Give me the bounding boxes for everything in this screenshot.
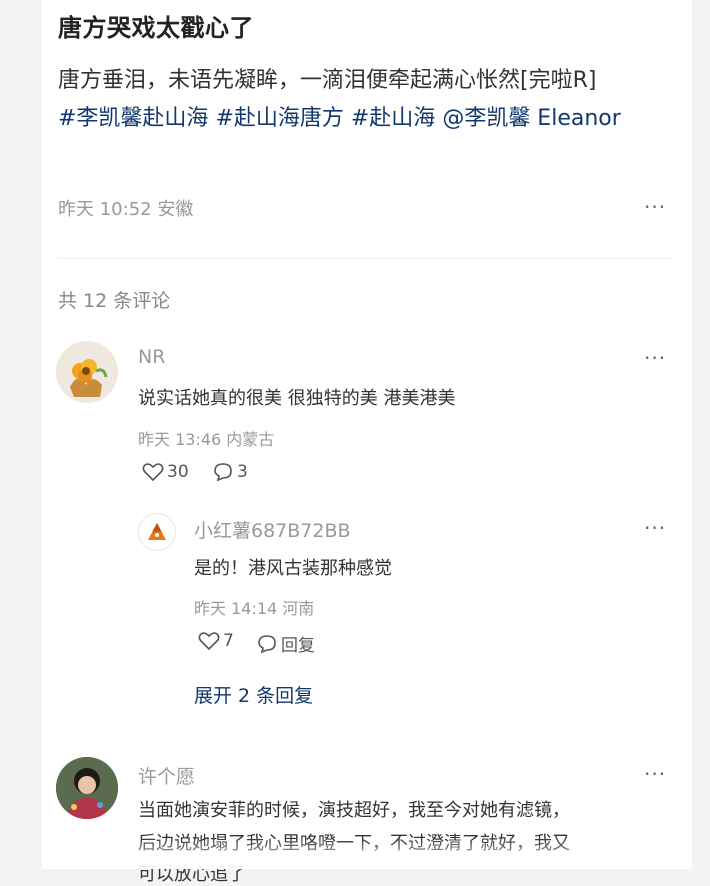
comment-time-location: 昨天 13:46 内蒙古 (138, 430, 275, 449)
comment-bubble-icon (214, 463, 232, 482)
note-detail-panel: 唐方哭戏太戳心了 唐方垂泪，未语先凝眸，一滴泪便牵起满心怅然[完啦R] #李凯馨… (42, 0, 692, 885)
more-dots-icon[interactable]: ··· (644, 762, 666, 786)
hashtag-link[interactable]: #赴山海唐方 (215, 106, 343, 131)
heart-outline-icon (142, 463, 164, 482)
like-count: 7 (223, 631, 234, 651)
avatar[interactable] (138, 513, 176, 551)
more-dots-icon[interactable]: ··· (644, 516, 666, 540)
reply-button[interactable]: 回复 (256, 631, 315, 656)
post-time-location: 昨天 10:52 安徽 (58, 199, 194, 220)
reply-time-location: 昨天 14:14 河南 (194, 599, 315, 618)
hashtag-link[interactable]: #李凯馨赴山海 (58, 106, 208, 131)
comment-text: 说实话她真的很美 很独特的美 港美港美 (138, 388, 456, 409)
more-dots-icon[interactable]: ··· (644, 195, 666, 219)
avatar[interactable] (56, 341, 118, 403)
expand-replies-link[interactable]: 展开 2 条回复 (194, 681, 313, 708)
more-dots-icon[interactable]: ··· (644, 346, 666, 370)
reply-count: 3 (237, 462, 248, 482)
post-title: 唐方哭戏太戳心了 (58, 14, 254, 42)
avatar-portrait-image (56, 757, 118, 819)
scroll-fade-overlay (42, 838, 692, 869)
divider (58, 258, 672, 259)
like-button[interactable]: 7 (198, 631, 234, 651)
comment-username[interactable]: NR (138, 346, 165, 368)
post-description: 唐方垂泪，未语先凝眸，一滴泪便牵起满心怅然[完啦R] #李凯馨赴山海 #赴山海唐… (58, 62, 678, 138)
comment-username[interactable]: 许个愿 (138, 762, 195, 789)
like-count: 30 (167, 462, 189, 482)
reply-label: 回复 (281, 636, 315, 656)
avatar-flower-image (56, 341, 118, 403)
hashtag-link[interactable]: #赴山海 (351, 106, 435, 131)
reply-username[interactable]: 小红薯687B72BB (194, 516, 351, 543)
post-body-text: 唐方垂泪，未语先凝眸，一滴泪便牵起满心怅然[完啦R] (58, 68, 597, 93)
avatar[interactable] (56, 757, 118, 819)
avatar-default-image (148, 523, 166, 540)
comment-text-line: 当面她演安菲的时候，演技超好，我至今对她有滤镜， (138, 800, 570, 821)
mention-link[interactable]: @李凯馨 Eleanor (442, 106, 620, 131)
comment-count: 共 12 条评论 (58, 290, 171, 312)
reply-button[interactable]: 3 (212, 462, 248, 482)
comment-bubble-icon (258, 634, 276, 653)
reply-text: 是的！港风古装那种感觉 (194, 558, 392, 579)
like-button[interactable]: 30 (142, 462, 189, 482)
heart-outline-icon (198, 632, 220, 651)
